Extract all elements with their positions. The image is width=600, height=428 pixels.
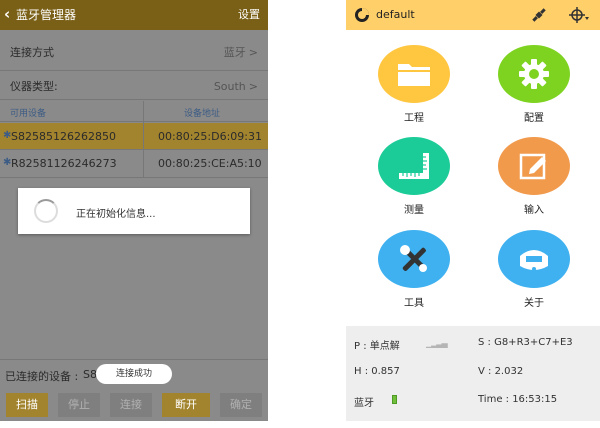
tile-survey[interactable]: 测量 xyxy=(374,137,454,216)
logo-icon xyxy=(355,8,369,22)
column-header-device: 可用设备 xyxy=(10,109,47,119)
column-header-address: 设备地址 xyxy=(184,109,221,119)
chevron-right-icon: > xyxy=(248,46,258,59)
instrument-type-label: 仪器类型: xyxy=(10,80,58,93)
tile-label: 配置 xyxy=(524,113,544,124)
device-address: 00:80:25:D6:09:31 xyxy=(158,130,262,143)
connection-method-value: 蓝牙 > xyxy=(224,46,258,60)
device-row-selected[interactable]: ✱ S82585126262850 00:80:25:D6:09:31 xyxy=(0,123,268,149)
action-bar: 扫描 停止 连接 断开 确定 xyxy=(0,391,268,421)
ruler-icon xyxy=(399,153,429,179)
loading-dialog: 正在初始化信息... xyxy=(18,188,250,234)
confirm-button[interactable]: 确定 xyxy=(220,393,262,417)
tile-label: 测量 xyxy=(404,205,424,216)
scan-button[interactable]: 扫描 xyxy=(6,393,48,417)
receiver-icon xyxy=(520,250,548,271)
current-time: Time : 16:53:15 xyxy=(478,394,558,405)
edit-icon xyxy=(519,153,546,180)
bluetooth-status: 蓝牙 xyxy=(354,398,374,409)
spinner-icon xyxy=(34,199,58,223)
tile-project-circle xyxy=(378,45,450,103)
folder-icon xyxy=(398,64,430,86)
disconnect-button[interactable]: 断开 xyxy=(162,393,210,417)
column-divider xyxy=(143,101,144,178)
loading-message: 正在初始化信息... xyxy=(76,209,156,220)
divider xyxy=(0,359,268,360)
project-name: default xyxy=(376,8,415,21)
battery-icon xyxy=(392,395,397,404)
connected-device-value: S8 xyxy=(83,368,97,381)
tile-input[interactable]: 输入 xyxy=(494,137,574,216)
instrument-type-row[interactable]: 仪器类型: South > xyxy=(0,78,268,98)
satellite-count: S : G8+R3+C7+E3 xyxy=(478,337,573,348)
back-icon[interactable]: ‹ xyxy=(4,5,10,23)
tile-tools[interactable]: 工具 xyxy=(374,230,454,309)
device-row[interactable]: ✱ R82581126246273 00:80:25:CE:A5:10 xyxy=(0,150,268,176)
tile-label: 输入 xyxy=(524,205,544,216)
connection-method-text: 蓝牙 xyxy=(223,46,246,59)
signal-bars-icon: ▁▂▃▄ xyxy=(426,339,448,348)
instrument-type-value: South > xyxy=(214,80,258,94)
device-address: 00:80:25:CE:A5:10 xyxy=(158,157,262,170)
tools-icon xyxy=(400,245,427,272)
tile-project[interactable]: 工程 xyxy=(374,45,454,124)
stop-button[interactable]: 停止 xyxy=(58,393,100,417)
divider xyxy=(0,177,268,178)
h-precision: H : 0.857 xyxy=(354,366,400,377)
tile-survey-circle xyxy=(378,137,450,195)
pole-icon[interactable] xyxy=(568,6,590,24)
tile-tools-circle xyxy=(378,230,450,288)
app-header: default xyxy=(346,0,600,30)
connection-method-label: 连接方式 xyxy=(10,46,54,59)
main-menu-screen: default 工程 配置 测量 输入 工具 关于 P: 单点解 ▁▂▃▄ S… xyxy=(346,0,600,421)
divider xyxy=(0,70,268,71)
connected-device-label: 已连接的设备 : xyxy=(5,370,79,383)
tile-input-circle xyxy=(498,137,570,195)
page-title: 蓝牙管理器 xyxy=(16,8,77,22)
app-header: ‹ 蓝牙管理器 设置 xyxy=(0,0,268,30)
tile-about[interactable]: 关于 xyxy=(494,230,574,309)
divider xyxy=(0,121,268,122)
gear-icon xyxy=(519,59,549,89)
toast-message: 连接成功 xyxy=(96,364,172,384)
tile-label: 工具 xyxy=(404,298,424,309)
instrument-type-text: South xyxy=(213,80,246,93)
connection-method-row[interactable]: 连接方式 蓝牙 > xyxy=(0,42,268,68)
settings-button[interactable]: 设置 xyxy=(238,8,260,22)
tile-label: 工程 xyxy=(404,113,424,124)
satellite-icon[interactable] xyxy=(530,6,548,24)
v-precision: V : 2.032 xyxy=(478,366,524,377)
device-table-header: 可用设备 设备地址 xyxy=(0,101,268,121)
device-name: R82581126246273 xyxy=(11,157,117,170)
device-name: S82585126262850 xyxy=(11,130,116,143)
tile-label: 关于 xyxy=(524,298,544,309)
bluetooth-manager-screen: ‹ 蓝牙管理器 设置 连接方式 蓝牙 > 仪器类型: South > 可用设备 设备… xyxy=(0,0,268,421)
divider xyxy=(0,99,268,100)
connect-button[interactable]: 连接 xyxy=(110,393,152,417)
chevron-right-icon: > xyxy=(248,80,258,93)
tile-config[interactable]: 配置 xyxy=(494,45,574,124)
tile-about-circle xyxy=(498,230,570,288)
tile-config-circle xyxy=(498,45,570,103)
solution-status: P : 单点解 xyxy=(354,341,400,352)
